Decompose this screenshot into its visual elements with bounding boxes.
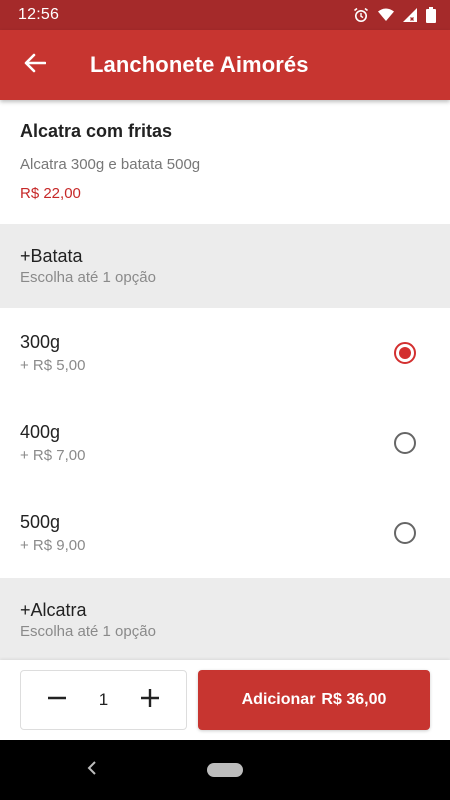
back-button[interactable] [0, 30, 70, 100]
option-batata-500g[interactable]: 500g + R$ 9,00 [0, 488, 450, 578]
status-bar: 12:56 [0, 0, 450, 30]
add-to-cart-button[interactable]: Adicionar R$ 36,00 [198, 670, 430, 730]
group-subtitle: Escolha até 1 opção [20, 623, 156, 640]
status-time: 12:56 [18, 6, 60, 23]
page-title: Lanchonete Aimorés [90, 52, 309, 77]
option-price: + R$ 5,00 [20, 357, 86, 374]
battery-icon [426, 7, 436, 23]
option-label: 300g [20, 332, 61, 352]
chevron-left-icon [87, 760, 97, 780]
radio-button[interactable] [394, 432, 416, 454]
nav-back-button[interactable] [82, 760, 102, 780]
signal-icon [403, 8, 417, 22]
quantity-value: 1 [98, 690, 109, 709]
system-nav-bar [0, 740, 450, 800]
option-batata-400g[interactable]: 400g + R$ 7,00 [0, 398, 450, 488]
status-icons [353, 7, 436, 23]
product-info: Alcatra com fritas Alcatra 300g e batata… [0, 100, 450, 224]
option-label: 400g [20, 422, 61, 442]
group-header-alcatra: +Alcatra Escolha até 1 opção [0, 578, 450, 660]
add-button-total: R$ 36,00 [321, 691, 387, 708]
product-price: R$ 22,00 [20, 185, 81, 202]
radio-button[interactable] [394, 342, 416, 364]
quantity-stepper: 1 [20, 670, 187, 730]
arrow-back-icon [24, 53, 47, 78]
alarm-icon [353, 7, 369, 23]
option-text: 500g + R$ 9,00 [20, 512, 394, 554]
option-text: 400g + R$ 7,00 [20, 422, 394, 464]
increment-button[interactable] [134, 684, 166, 716]
option-price: + R$ 7,00 [20, 447, 86, 464]
product-name: Alcatra com fritas [20, 121, 173, 141]
option-batata-300g[interactable]: 300g + R$ 5,00 [0, 308, 450, 398]
bottom-action-bar: 1 Adicionar R$ 36,00 [0, 660, 450, 740]
radio-button[interactable] [394, 522, 416, 544]
nav-home-pill[interactable] [207, 763, 243, 777]
group-title: +Alcatra [20, 600, 87, 620]
decrement-button[interactable] [41, 684, 73, 716]
option-price: + R$ 9,00 [20, 537, 86, 554]
product-description: Alcatra 300g e batata 500g [20, 156, 201, 173]
group-subtitle: Escolha até 1 opção [20, 269, 156, 286]
option-text: 300g + R$ 5,00 [20, 332, 394, 374]
content-scroll[interactable]: Alcatra com fritas Alcatra 300g e batata… [0, 100, 450, 660]
plus-icon [140, 688, 160, 713]
app-bar: Lanchonete Aimorés [0, 30, 450, 100]
minus-icon [47, 688, 67, 713]
group-header-batata: +Batata Escolha até 1 opção [0, 224, 450, 308]
wifi-icon [378, 8, 394, 22]
option-label: 500g [20, 512, 61, 532]
group-title: +Batata [20, 246, 83, 266]
add-button-label: Adicionar [241, 691, 316, 708]
